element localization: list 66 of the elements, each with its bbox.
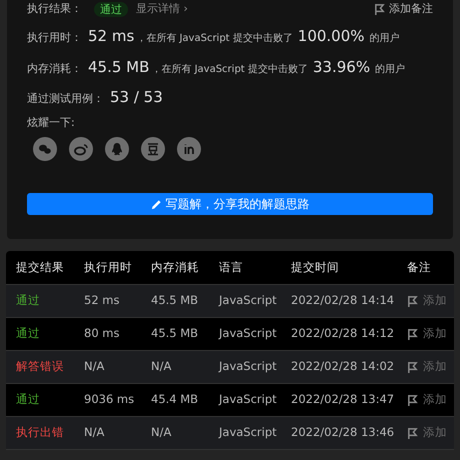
table-cell-text: 80 ms bbox=[84, 325, 120, 342]
table-cell-text: N/A bbox=[84, 358, 106, 376]
add-note-button[interactable]: 添加 bbox=[407, 424, 447, 442]
weibo-share-icon[interactable] bbox=[69, 137, 93, 161]
stat-percent: 100.00% bbox=[298, 26, 365, 47]
table-cell-text: N/A bbox=[84, 424, 106, 442]
column-header: 提交结果 bbox=[16, 258, 65, 276]
status-text[interactable]: 通过 bbox=[16, 325, 84, 343]
result-label: 执行结果： bbox=[27, 0, 82, 17]
status-text[interactable]: 通过 bbox=[16, 292, 84, 310]
table-cell-text: JavaScript bbox=[219, 292, 278, 310]
table-cell-text: N/A bbox=[151, 424, 172, 442]
table-cell-text: 2022/02/28 13:47 bbox=[291, 391, 396, 408]
table-cell-text: N/A bbox=[151, 358, 172, 376]
table-cell-text: 45.5 MB bbox=[151, 292, 200, 310]
pencil-icon bbox=[150, 198, 162, 210]
table-cell-text: 52 ms bbox=[84, 292, 120, 310]
add-note-button[interactable]: 添加 bbox=[407, 292, 447, 310]
details-link[interactable]: 显示详情 › bbox=[136, 0, 188, 18]
qq-share-icon[interactable] bbox=[105, 137, 129, 161]
column-header: 语言 bbox=[219, 258, 244, 276]
add-note-button[interactable]: 添加 bbox=[407, 325, 447, 343]
status-text[interactable]: 通过 bbox=[16, 391, 84, 409]
flag-icon bbox=[407, 328, 418, 340]
linkedin-share-icon[interactable] bbox=[177, 137, 201, 161]
flag-icon bbox=[407, 394, 418, 406]
stat-label: 内存消耗： bbox=[27, 60, 82, 76]
stat-text: ，在所有 JavaScript 提交中击败了 bbox=[151, 62, 308, 76]
status-text[interactable]: 解答错误 bbox=[16, 358, 84, 376]
table-cell-text: JavaScript bbox=[219, 424, 278, 442]
table-cell-text: 45.4 MB bbox=[151, 391, 200, 408]
table-cell-text: JavaScript bbox=[219, 325, 278, 342]
status-text[interactable]: 执行出错 bbox=[16, 424, 84, 442]
column-header: 执行用时 bbox=[84, 258, 133, 276]
table-cell-text: JavaScript bbox=[219, 358, 278, 376]
status-badge: 通过 bbox=[94, 2, 128, 16]
stat-percent: 33.96% bbox=[312, 56, 370, 78]
add-note-button[interactable]: 添加 bbox=[407, 358, 447, 376]
test-cases-value: 53 / 53 bbox=[110, 87, 163, 108]
flag-icon bbox=[407, 360, 418, 374]
write-solution-button[interactable]: 写题解，分享我的解题思路 bbox=[27, 193, 433, 215]
add-note-button[interactable]: 添加备注 bbox=[374, 0, 433, 18]
add-note-button[interactable]: 添加 bbox=[407, 391, 447, 409]
stat-text: 的用户 bbox=[370, 32, 400, 46]
share-label: 炫耀一下: bbox=[27, 114, 76, 130]
stat-text: ，在所有 JavaScript 提交中击败了 bbox=[136, 32, 293, 46]
table-cell-text: JavaScript bbox=[219, 391, 278, 408]
stat-text: 的用户 bbox=[375, 62, 406, 76]
flag-icon bbox=[407, 294, 418, 308]
test-cases-label: 通过测试用例： bbox=[27, 91, 104, 107]
table-cell-text: 9036 ms bbox=[84, 391, 136, 408]
flag-icon bbox=[374, 2, 385, 16]
table-cell-text: 2022/02/28 13:46 bbox=[291, 424, 396, 442]
table-cell-text: 45.5 MB bbox=[151, 325, 200, 342]
stat-value: 45.5 MB bbox=[88, 56, 150, 78]
column-header: 内存消耗 bbox=[151, 258, 200, 276]
stat-label: 执行用时： bbox=[27, 30, 82, 46]
wechat-share-icon[interactable] bbox=[33, 137, 57, 161]
column-header: 备注 bbox=[407, 258, 432, 276]
douban-share-icon[interactable] bbox=[141, 137, 165, 161]
column-header: 提交时间 bbox=[291, 258, 340, 276]
table-cell-text: 2022/02/28 14:14 bbox=[291, 292, 396, 310]
table-cell-text: 2022/02/28 14:02 bbox=[291, 358, 396, 376]
flag-icon bbox=[407, 426, 418, 440]
stat-value: 52 ms bbox=[88, 26, 134, 47]
table-cell-text: 2022/02/28 14:12 bbox=[291, 325, 396, 342]
